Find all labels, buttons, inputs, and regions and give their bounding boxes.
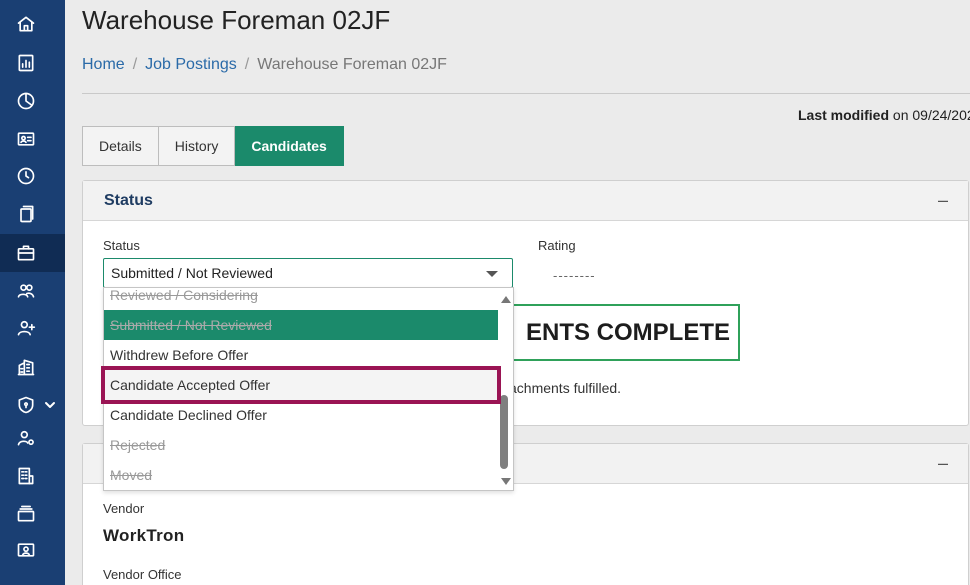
last-modified-date: on 09/24/202	[889, 107, 970, 123]
breadcrumb: Home / Job Postings / Warehouse Foreman …	[82, 56, 447, 74]
requirements-status-text: ENTS COMPLETE	[525, 318, 730, 346]
documents-icon	[20, 205, 34, 223]
vendor-label: Vendor	[103, 501, 145, 516]
sidebar-item-analytics[interactable]	[0, 82, 65, 120]
status-dropdown-list: Reviewed / Considering Submitted / Not R…	[103, 287, 514, 491]
requirements-status-box: ENTS COMPLETE	[509, 304, 740, 361]
breadcrumb-job-postings[interactable]: Job Postings	[145, 56, 237, 74]
status-panel-title: Status	[104, 191, 153, 209]
breadcrumb-separator: /	[132, 56, 138, 73]
office-building-icon	[18, 467, 34, 485]
contact-folder-icon	[17, 543, 35, 557]
report-icon	[18, 54, 34, 72]
option-candidate-accepted-offer[interactable]: Candidate Accepted Offer	[104, 370, 500, 400]
shield-icon	[18, 396, 34, 414]
sidebar-item-time[interactable]	[0, 157, 65, 195]
option-withdrew-before-offer[interactable]: Withdrew Before Offer	[104, 340, 500, 370]
last-modified-label: Last modified	[798, 107, 890, 123]
sidebar-item-reports[interactable]	[0, 44, 65, 82]
clock-icon	[17, 167, 35, 185]
sidebar-item-organizations[interactable]	[0, 348, 65, 386]
dropdown-scrollbar[interactable]	[498, 288, 513, 490]
rating-value: --------	[553, 268, 596, 283]
add-user-icon	[17, 320, 36, 336]
user-settings-icon	[17, 430, 34, 446]
layers-icon	[17, 505, 35, 522]
tab-bar: Details History Candidates	[82, 126, 344, 166]
sidebar-item-add-user[interactable]	[0, 309, 65, 347]
sidebar-item-jobs[interactable]	[0, 234, 65, 272]
sidebar-item-contacts[interactable]	[0, 531, 65, 569]
option-reviewed-considering: Reviewed / Considering	[110, 287, 258, 303]
option-moved: Moved	[110, 467, 153, 483]
pie-chart-icon	[17, 92, 35, 110]
sidebar-item-profiles[interactable]	[0, 120, 65, 158]
option-rejected: Rejected	[110, 437, 166, 453]
caret-down-icon	[486, 271, 498, 277]
building-icon	[17, 359, 35, 376]
page-title: Warehouse Foreman 02JF	[82, 5, 391, 35]
sidebar-item-offices[interactable]	[0, 457, 65, 495]
collapse-button[interactable]: –	[938, 453, 948, 474]
home-icon	[17, 16, 35, 32]
breadcrumb-separator: /	[244, 56, 250, 73]
breadcrumb-current: Warehouse Foreman 02JF	[257, 56, 447, 73]
vendor-office-label: Vendor Office	[103, 567, 182, 582]
tab-history[interactable]: History	[158, 126, 236, 166]
rating-field-label: Rating	[538, 238, 576, 253]
briefcase-icon	[17, 245, 35, 261]
status-select[interactable]: Submitted / Not Reviewed	[103, 258, 513, 288]
requirements-note: achments fulfilled.	[509, 380, 622, 396]
group-icon	[17, 284, 35, 298]
chevron-down-icon	[45, 402, 55, 408]
status-select-value: Submitted / Not Reviewed	[111, 265, 273, 281]
scroll-up-arrow-icon[interactable]	[501, 296, 511, 303]
tab-candidates[interactable]: Candidates	[235, 126, 344, 166]
sidebar-item-queues[interactable]	[0, 495, 65, 533]
collapse-button[interactable]: –	[938, 190, 948, 211]
breadcrumb-home[interactable]: Home	[82, 56, 125, 74]
tab-details[interactable]: Details	[82, 126, 159, 166]
sidebar	[0, 0, 65, 585]
vendor-name: WorkTron	[103, 526, 185, 545]
sidebar-item-home[interactable]	[0, 5, 65, 43]
sidebar-item-candidates[interactable]	[0, 272, 65, 310]
last-modified: Last modified on 09/24/202	[798, 107, 970, 123]
sidebar-item-user-settings[interactable]	[0, 419, 65, 457]
sidebar-item-documents[interactable]	[0, 195, 65, 233]
scroll-down-arrow-icon[interactable]	[501, 478, 511, 485]
scrollbar-thumb[interactable]	[500, 395, 508, 469]
status-panel-header: Status –	[83, 181, 968, 221]
header-divider	[82, 93, 970, 94]
option-candidate-declined-offer[interactable]: Candidate Declined Offer	[104, 400, 500, 430]
id-card-icon	[17, 132, 35, 146]
option-submitted-not-reviewed: Submitted / Not Reviewed	[104, 310, 500, 340]
status-field-label: Status	[103, 238, 140, 253]
